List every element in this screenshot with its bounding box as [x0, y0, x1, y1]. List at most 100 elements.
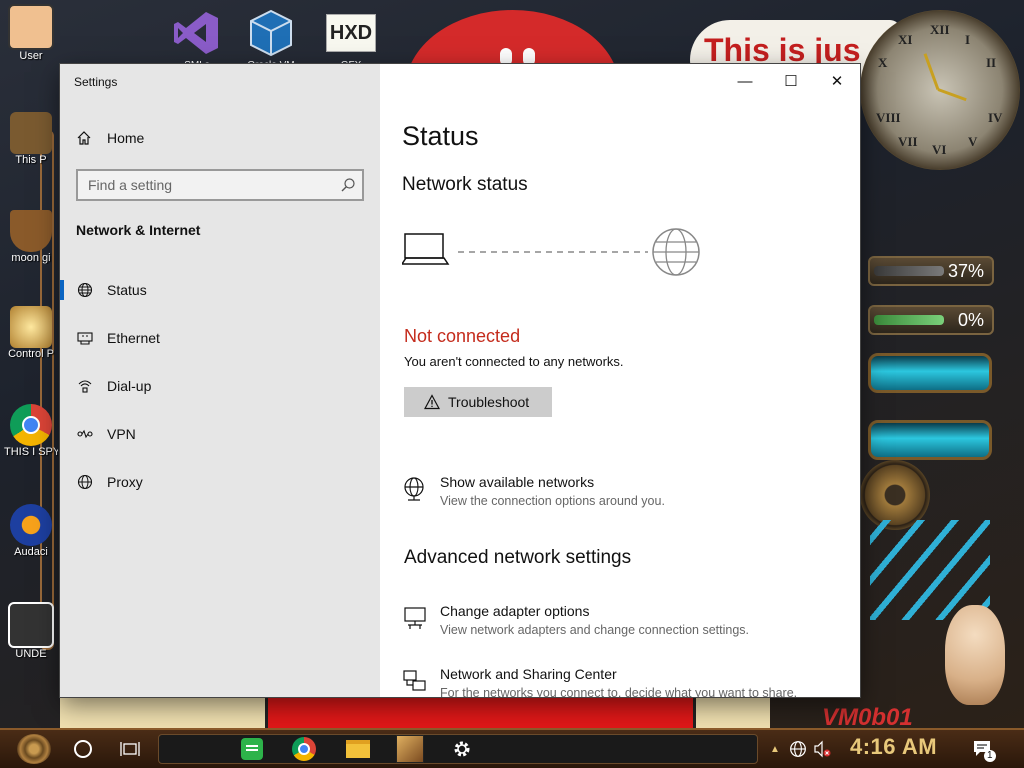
show-hidden-icons-button[interactable]: ▲ — [768, 730, 782, 768]
vm-label: VM0b01 — [822, 704, 913, 728]
clock-numeral: XI — [898, 32, 913, 47]
visual-studio-icon — [174, 12, 218, 54]
game-icon — [8, 602, 54, 648]
hex-editor-icon: HXD — [326, 14, 376, 52]
gauge-value: 37% — [947, 261, 984, 281]
clock-numeral: IV — [988, 110, 1003, 125]
globe-no-connection-icon — [790, 741, 806, 757]
desktop-icon-undertale[interactable]: UNDE — [4, 602, 58, 660]
internet-globe-icon — [652, 228, 700, 276]
volume-tray-icon[interactable] — [810, 730, 834, 768]
connection-state: Not connected — [404, 326, 521, 346]
troubleshoot-button[interactable]: Troubleshoot — [404, 387, 552, 417]
desktop-icon-label: Control P — [8, 348, 54, 360]
settings-nav-pane: Settings Home Network & Internet Status — [60, 64, 380, 697]
network-status-diagram — [402, 228, 700, 276]
desktop-icon-chrome[interactable]: THIS I SPYWA — [4, 404, 58, 458]
memory-gauge: 0% — [868, 305, 994, 335]
task-view-button[interactable] — [112, 730, 148, 768]
nav-item-proxy[interactable]: Proxy — [60, 462, 380, 502]
taskbar-app-game[interactable] — [390, 730, 430, 768]
desktop-icon-label: Audaci — [14, 546, 48, 558]
troubleshoot-label: Troubleshoot — [448, 394, 530, 410]
clock-numeral: V — [968, 134, 978, 149]
taskbar-app-file-explorer[interactable] — [338, 730, 378, 768]
desktop-icon-label: User — [19, 50, 43, 62]
nav-item-label: Status — [107, 282, 147, 298]
change-adapter-options-link[interactable]: Change adapter options View network adap… — [402, 603, 842, 645]
cortana-circle-icon — [74, 740, 92, 758]
taskbar-clock[interactable]: 4:16 AM — [850, 734, 937, 760]
game-icon — [396, 735, 424, 763]
desktop-icon-audacity[interactable]: Audaci — [4, 504, 58, 558]
desktop-icon-user[interactable]: User — [4, 4, 58, 62]
nav-item-vpn[interactable]: VPN — [60, 414, 380, 454]
nav-item-label: VPN — [107, 426, 136, 442]
desktop-icon-moon[interactable]: moon gi — [4, 210, 58, 264]
action-center-button[interactable]: 1 — [966, 730, 1000, 768]
chrome-icon-center — [298, 743, 310, 755]
connection-detail: You aren't connected to any networks. — [404, 354, 624, 369]
clock-numeral: VI — [932, 142, 947, 157]
speaker-muted-icon — [814, 740, 831, 758]
gauge-value: 0% — [957, 310, 984, 330]
network-globe-icon — [404, 477, 424, 501]
minimize-button[interactable]: — — [722, 64, 768, 98]
notification-count-badge: 1 — [984, 750, 996, 762]
gauge-fill — [874, 315, 944, 325]
maximize-button[interactable]: ☐ — [768, 64, 814, 98]
desktop-icon-virtualbox[interactable]: Oracle VM — [246, 8, 296, 71]
desktop-icon-label: THIS I SPYWA — [4, 446, 58, 458]
sharing-center-icon — [403, 670, 426, 691]
clock-numeral: XII — [930, 22, 950, 37]
desktop-icon-control-panel[interactable]: Control P — [4, 306, 58, 360]
nav-item-label: Dial-up — [107, 378, 152, 394]
search-input[interactable] — [78, 171, 338, 199]
taskbar-app-notes[interactable] — [232, 730, 272, 768]
network-tray-icon[interactable] — [786, 730, 810, 768]
glass-tube-widget — [868, 353, 992, 393]
nav-item-label: Proxy — [107, 474, 143, 490]
notes-icon-lines — [246, 745, 258, 747]
link-title: Show available networks — [440, 474, 595, 490]
nav-item-dial-up[interactable]: Dial-up — [60, 366, 380, 406]
taskbar-app-chrome[interactable] — [284, 730, 324, 768]
nav-home[interactable]: Home — [76, 126, 144, 150]
search-icon[interactable] — [340, 177, 356, 193]
audacity-icon — [10, 504, 52, 546]
nav-selection-indicator — [60, 280, 64, 300]
start-button[interactable] — [10, 730, 58, 768]
clock-numeral: II — [986, 55, 997, 70]
maximize-icon: ☐ — [784, 73, 798, 90]
lightbulb-icon — [10, 306, 52, 348]
clock-minute-hand — [937, 88, 967, 102]
desktop-icon-hxd[interactable]: HXD GFX — [326, 8, 376, 71]
chrome-icon — [10, 404, 52, 446]
taskbar: ▲ 4:16 AM 1 — [0, 728, 1024, 768]
network-sharing-center-link[interactable]: Network and Sharing Center For the netwo… — [402, 666, 842, 697]
show-available-networks-link[interactable]: Show available networks View the connect… — [402, 474, 842, 516]
clock-numeral: VII — [898, 134, 918, 149]
taskbar-app-settings[interactable] — [442, 730, 482, 768]
home-icon — [77, 131, 91, 145]
hamster-widget — [945, 605, 1005, 705]
desktop-icon-visual-studio[interactable]: SMLs — [172, 8, 222, 71]
globe-status-icon — [76, 281, 94, 299]
clock-hour-hand — [923, 53, 940, 91]
computer-icon — [10, 112, 52, 154]
cortana-button[interactable] — [66, 730, 100, 768]
user-folder-icon — [8, 4, 54, 50]
close-icon: ✕ — [830, 73, 844, 90]
close-button[interactable]: ✕ — [814, 64, 860, 98]
nav-item-ethernet[interactable]: Ethernet — [60, 318, 380, 358]
settings-search-box[interactable] — [76, 169, 364, 201]
clock-numeral: I — [965, 32, 971, 47]
desktop-icon-label: UNDE — [15, 648, 47, 660]
glass-tube-widget — [868, 420, 992, 460]
nav-item-status[interactable]: Status — [60, 270, 380, 310]
virtualbox-icon — [250, 9, 292, 57]
steampunk-clock-widget: XII I II IV V VI VII VIII X XI — [860, 10, 1020, 170]
start-gear-icon — [17, 734, 51, 764]
desktop-icon-this-pc[interactable]: This P — [4, 112, 58, 166]
adapter-icon — [404, 607, 426, 629]
